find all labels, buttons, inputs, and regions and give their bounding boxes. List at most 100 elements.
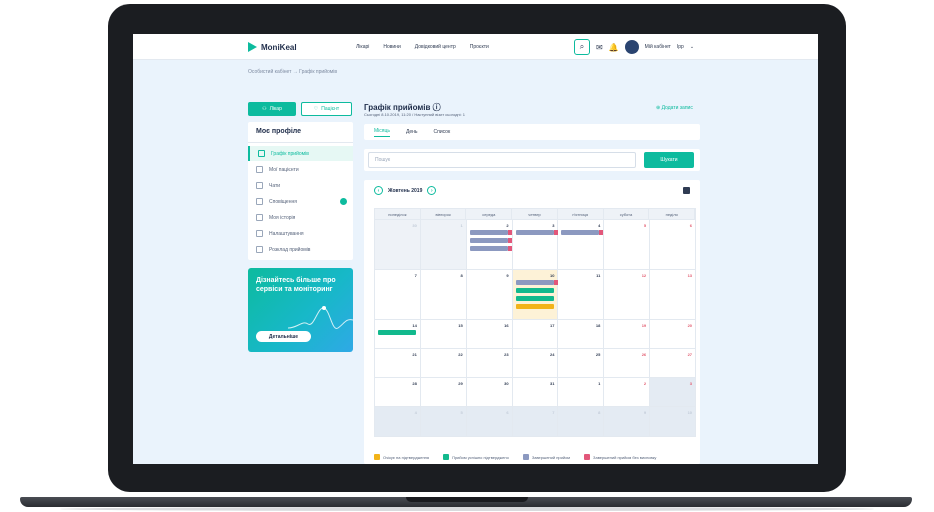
add-appointment-link[interactable]: ⊕ Додати запис	[656, 105, 693, 111]
promo-button[interactable]: Детальніше	[256, 331, 311, 342]
tab-doctor[interactable]: ⚇ Лікар	[248, 102, 296, 116]
calendar-day[interactable]: 26	[604, 349, 651, 378]
calendar-day-today[interactable]: 10	[512, 270, 559, 320]
calendar-day[interactable]: 8	[558, 407, 605, 437]
sidebar-title: Моє профіле	[256, 128, 302, 135]
calendar-day[interactable]: 5	[420, 407, 467, 437]
calendar-day[interactable]: 6	[650, 220, 697, 270]
calendar-day[interactable]: 4	[375, 407, 421, 437]
sidebar-item-schedule[interactable]: Графік прийомів	[248, 146, 353, 161]
calendar-day[interactable]: 11	[558, 270, 605, 320]
tab-list[interactable]: Список	[434, 129, 451, 135]
tab-day[interactable]: День	[406, 129, 418, 135]
breadcrumb[interactable]: Особистий кабінет → Графік прийомів	[248, 69, 337, 75]
legend-swatch	[584, 454, 591, 460]
calendar-day[interactable]: 2	[466, 220, 513, 270]
nav-doctors[interactable]: Лікарі	[356, 44, 369, 50]
promo-text: Дізнайтесь більше про сервіси та монітор…	[256, 277, 336, 293]
calendar-week: 30 1 2 3 4 5 6	[374, 220, 697, 270]
sidebar-item-chats[interactable]: Чати	[248, 178, 353, 193]
calendar-day[interactable]: 9	[604, 407, 651, 437]
sidebar-item-notifications[interactable]: Сповіщення	[248, 194, 353, 209]
heart-icon: ♡	[313, 106, 319, 112]
calendar-day[interactable]: 12	[604, 270, 651, 320]
appointment-event[interactable]	[469, 246, 512, 251]
promo-card: Дізнайтесь більше про сервіси та монітор…	[248, 268, 353, 352]
tab-patient[interactable]: ♡ Пацієнт	[301, 102, 352, 116]
nav-help[interactable]: Довідковий центр	[415, 44, 456, 50]
calendar-day[interactable]: 27	[650, 349, 697, 378]
calendar-day[interactable]: 4	[558, 220, 605, 270]
appointment-event[interactable]	[515, 288, 554, 293]
search-row: Пошук Шукати	[364, 149, 700, 171]
calendar-day[interactable]: 20	[650, 320, 697, 349]
month-label: Жовтень 2019	[388, 187, 423, 194]
appointment-event[interactable]	[469, 238, 512, 243]
sidebar-divider	[248, 142, 353, 143]
calendar-day[interactable]: 18	[558, 320, 605, 349]
calendar-day[interactable]: 25	[558, 349, 605, 378]
calendar-day[interactable]: 21	[375, 349, 421, 378]
calendar-day[interactable]: 7	[375, 270, 421, 320]
calendar-day[interactable]: 5	[604, 220, 651, 270]
appointment-event[interactable]	[469, 230, 512, 235]
appointment-event[interactable]	[515, 230, 558, 235]
calendar-day[interactable]: 31	[512, 378, 559, 407]
calendar-day[interactable]: 3	[512, 220, 559, 270]
search-input[interactable]: Пошук	[368, 152, 636, 168]
calendar-day[interactable]: 10	[650, 407, 697, 437]
bell-icon[interactable]: 🔔	[609, 43, 619, 52]
calendar-day[interactable]: 28	[375, 378, 421, 407]
logo-text: MoniKeal	[261, 42, 297, 52]
calendar-day[interactable]: 1	[558, 378, 605, 407]
calendar-day[interactable]: 2	[604, 378, 651, 407]
calendar-day[interactable]: 14	[375, 320, 421, 349]
chevron-left-icon[interactable]: ‹	[374, 186, 383, 195]
info-icon[interactable]: ⓘ	[433, 103, 441, 112]
calendar-day[interactable]: 9	[466, 270, 513, 320]
calendar-day[interactable]: 1	[420, 220, 467, 270]
sidebar-item-history[interactable]: Моя історія	[248, 210, 353, 225]
sidebar-item-patients[interactable]: Мої пацієнти	[248, 162, 353, 177]
nav-news[interactable]: Новини	[383, 44, 400, 50]
calendar-day[interactable]: 16	[466, 320, 513, 349]
calendar-day[interactable]: 15	[420, 320, 467, 349]
appointment-event[interactable]	[378, 330, 416, 335]
calendar-day[interactable]: 7	[512, 407, 559, 437]
calendar-day[interactable]: 6	[466, 407, 513, 437]
search-button[interactable]: Шукати	[644, 152, 694, 168]
cabinet-label[interactable]: Мій кабінет	[645, 44, 671, 50]
calendar-header: ‹ Жовтень 2019 ›	[374, 186, 437, 195]
mail-icon[interactable]: ✉	[596, 43, 603, 52]
legend-item: Прийом успішно підтверджено	[443, 454, 509, 460]
calendar-day[interactable]: 24	[512, 349, 559, 378]
weekday: вівторок	[421, 209, 467, 219]
calendar-day[interactable]: 19	[604, 320, 651, 349]
tab-month[interactable]: Місяць	[374, 128, 390, 137]
user-name[interactable]: Ірр	[677, 44, 684, 50]
appointment-event[interactable]	[515, 304, 554, 309]
calendar-day[interactable]: 30	[375, 220, 421, 270]
calendar-icon[interactable]	[683, 187, 690, 194]
avatar[interactable]	[624, 40, 639, 54]
search-icon[interactable]: ⌕	[574, 39, 590, 55]
calendar-day[interactable]: 13	[650, 270, 697, 320]
logo[interactable]: MoniKeal	[248, 42, 297, 52]
chevron-down-icon[interactable]: ⌄	[690, 44, 694, 50]
calendar-day[interactable]: 23	[466, 349, 513, 378]
view-tabs: Місяць День Список	[364, 124, 700, 140]
appointment-event[interactable]	[561, 230, 604, 235]
calendar-day[interactable]: 30	[466, 378, 513, 407]
calendar-day[interactable]: 3	[650, 378, 697, 407]
sidebar-item-timetable[interactable]: Розклад прийомів	[248, 242, 353, 257]
calendar-day[interactable]: 8	[420, 270, 467, 320]
appointment-event[interactable]	[515, 296, 554, 301]
nav-projects[interactable]: Проєкти	[470, 44, 489, 50]
calendar-day[interactable]: 22	[420, 349, 467, 378]
calendar-day[interactable]: 29	[420, 378, 467, 407]
sidebar-item-settings[interactable]: Налаштування	[248, 226, 353, 241]
appointment-event[interactable]	[515, 280, 558, 285]
chevron-right-icon[interactable]: ›	[427, 186, 437, 195]
patients-icon	[256, 166, 263, 173]
calendar-day[interactable]: 17	[512, 320, 559, 349]
